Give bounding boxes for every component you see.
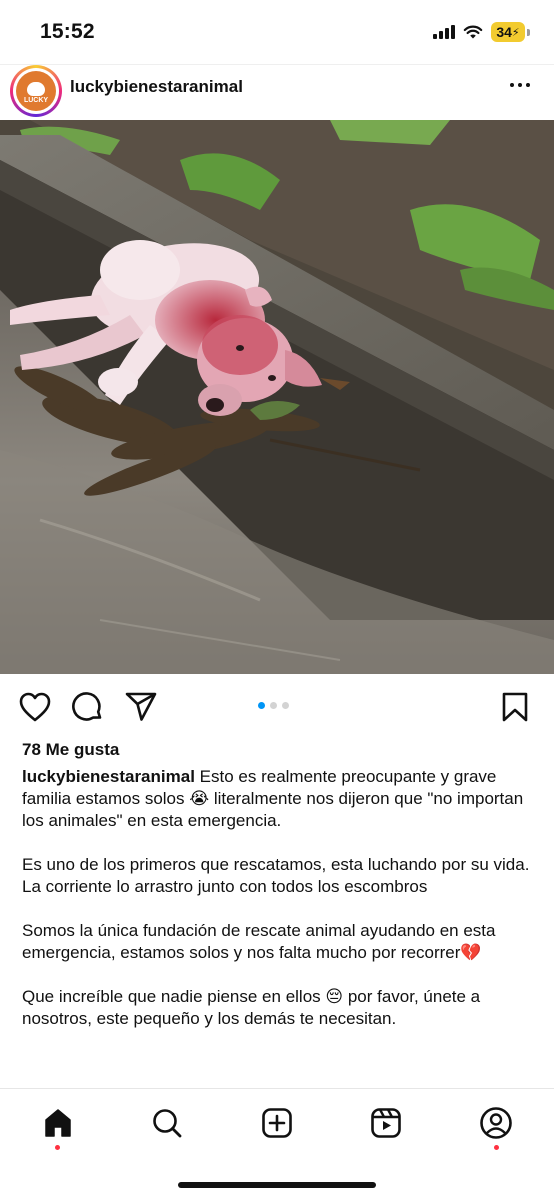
more-dot-icon	[518, 83, 522, 87]
status-bar: 15:52 34 ⚡	[0, 0, 554, 64]
post-header: LUCKY luckybienestaranimal	[0, 64, 554, 120]
tab-create[interactable]	[257, 1103, 297, 1143]
more-options-button[interactable]	[506, 71, 534, 99]
home-notification-dot	[55, 1145, 60, 1150]
carousel-dot-active	[258, 702, 265, 709]
dog-logo-icon	[27, 82, 45, 96]
heart-icon	[19, 692, 51, 722]
like-button[interactable]	[18, 690, 52, 724]
search-icon	[153, 1109, 182, 1138]
create-icon	[262, 1108, 292, 1138]
battery-tip	[527, 28, 530, 36]
carousel-dot	[282, 702, 289, 709]
battery-charging-icon: 34 ⚡	[491, 22, 525, 42]
comment-button[interactable]	[71, 690, 105, 724]
carousel-dot	[270, 702, 277, 709]
more-dot-icon	[510, 83, 514, 87]
status-time: 15:52	[40, 20, 95, 43]
lucky-logo: LUCKY	[16, 71, 56, 111]
tab-search[interactable]	[147, 1103, 187, 1143]
likes-count[interactable]: 78 Me gusta	[22, 740, 119, 760]
post-actions	[0, 684, 554, 732]
save-button[interactable]	[498, 690, 532, 724]
post-photo[interactable]	[0, 120, 554, 674]
caption-paragraph: luckybienestaranimal Esto es realmente p…	[22, 766, 538, 832]
more-dot-icon	[526, 83, 530, 87]
home-indicator[interactable]	[178, 1182, 376, 1188]
post-caption: luckybienestaranimal Esto es realmente p…	[22, 766, 538, 1052]
signal-icon	[433, 25, 455, 39]
wifi-icon	[463, 25, 483, 38]
caption-paragraph: Es uno de los primeros que rescatamos, e…	[22, 855, 530, 896]
status-icons: 34 ⚡	[433, 22, 530, 42]
post-photo-illustration	[0, 120, 554, 674]
tab-home[interactable]	[38, 1103, 78, 1143]
profile-icon	[480, 1107, 512, 1139]
avatar-label: LUCKY	[23, 97, 49, 104]
share-icon	[125, 692, 157, 721]
carousel-indicator	[258, 702, 289, 709]
home-icon	[45, 1109, 71, 1137]
battery-level: 34	[496, 24, 512, 40]
avatar[interactable]: LUCKY	[10, 65, 62, 117]
reels-icon	[371, 1108, 401, 1138]
caption-username[interactable]: luckybienestaranimal	[22, 767, 195, 786]
tab-reels[interactable]	[366, 1103, 406, 1143]
profile-notification-dot	[494, 1145, 499, 1150]
tab-profile[interactable]	[476, 1103, 516, 1143]
caption-paragraph: Somos la única fundación de rescate anim…	[22, 921, 496, 962]
bookmark-icon	[502, 692, 528, 722]
share-button[interactable]	[124, 690, 158, 724]
caption-paragraph: Que increíble que nadie piense en ellos …	[22, 987, 481, 1028]
comment-icon	[72, 692, 102, 721]
post-username[interactable]: luckybienestaranimal	[70, 77, 243, 97]
